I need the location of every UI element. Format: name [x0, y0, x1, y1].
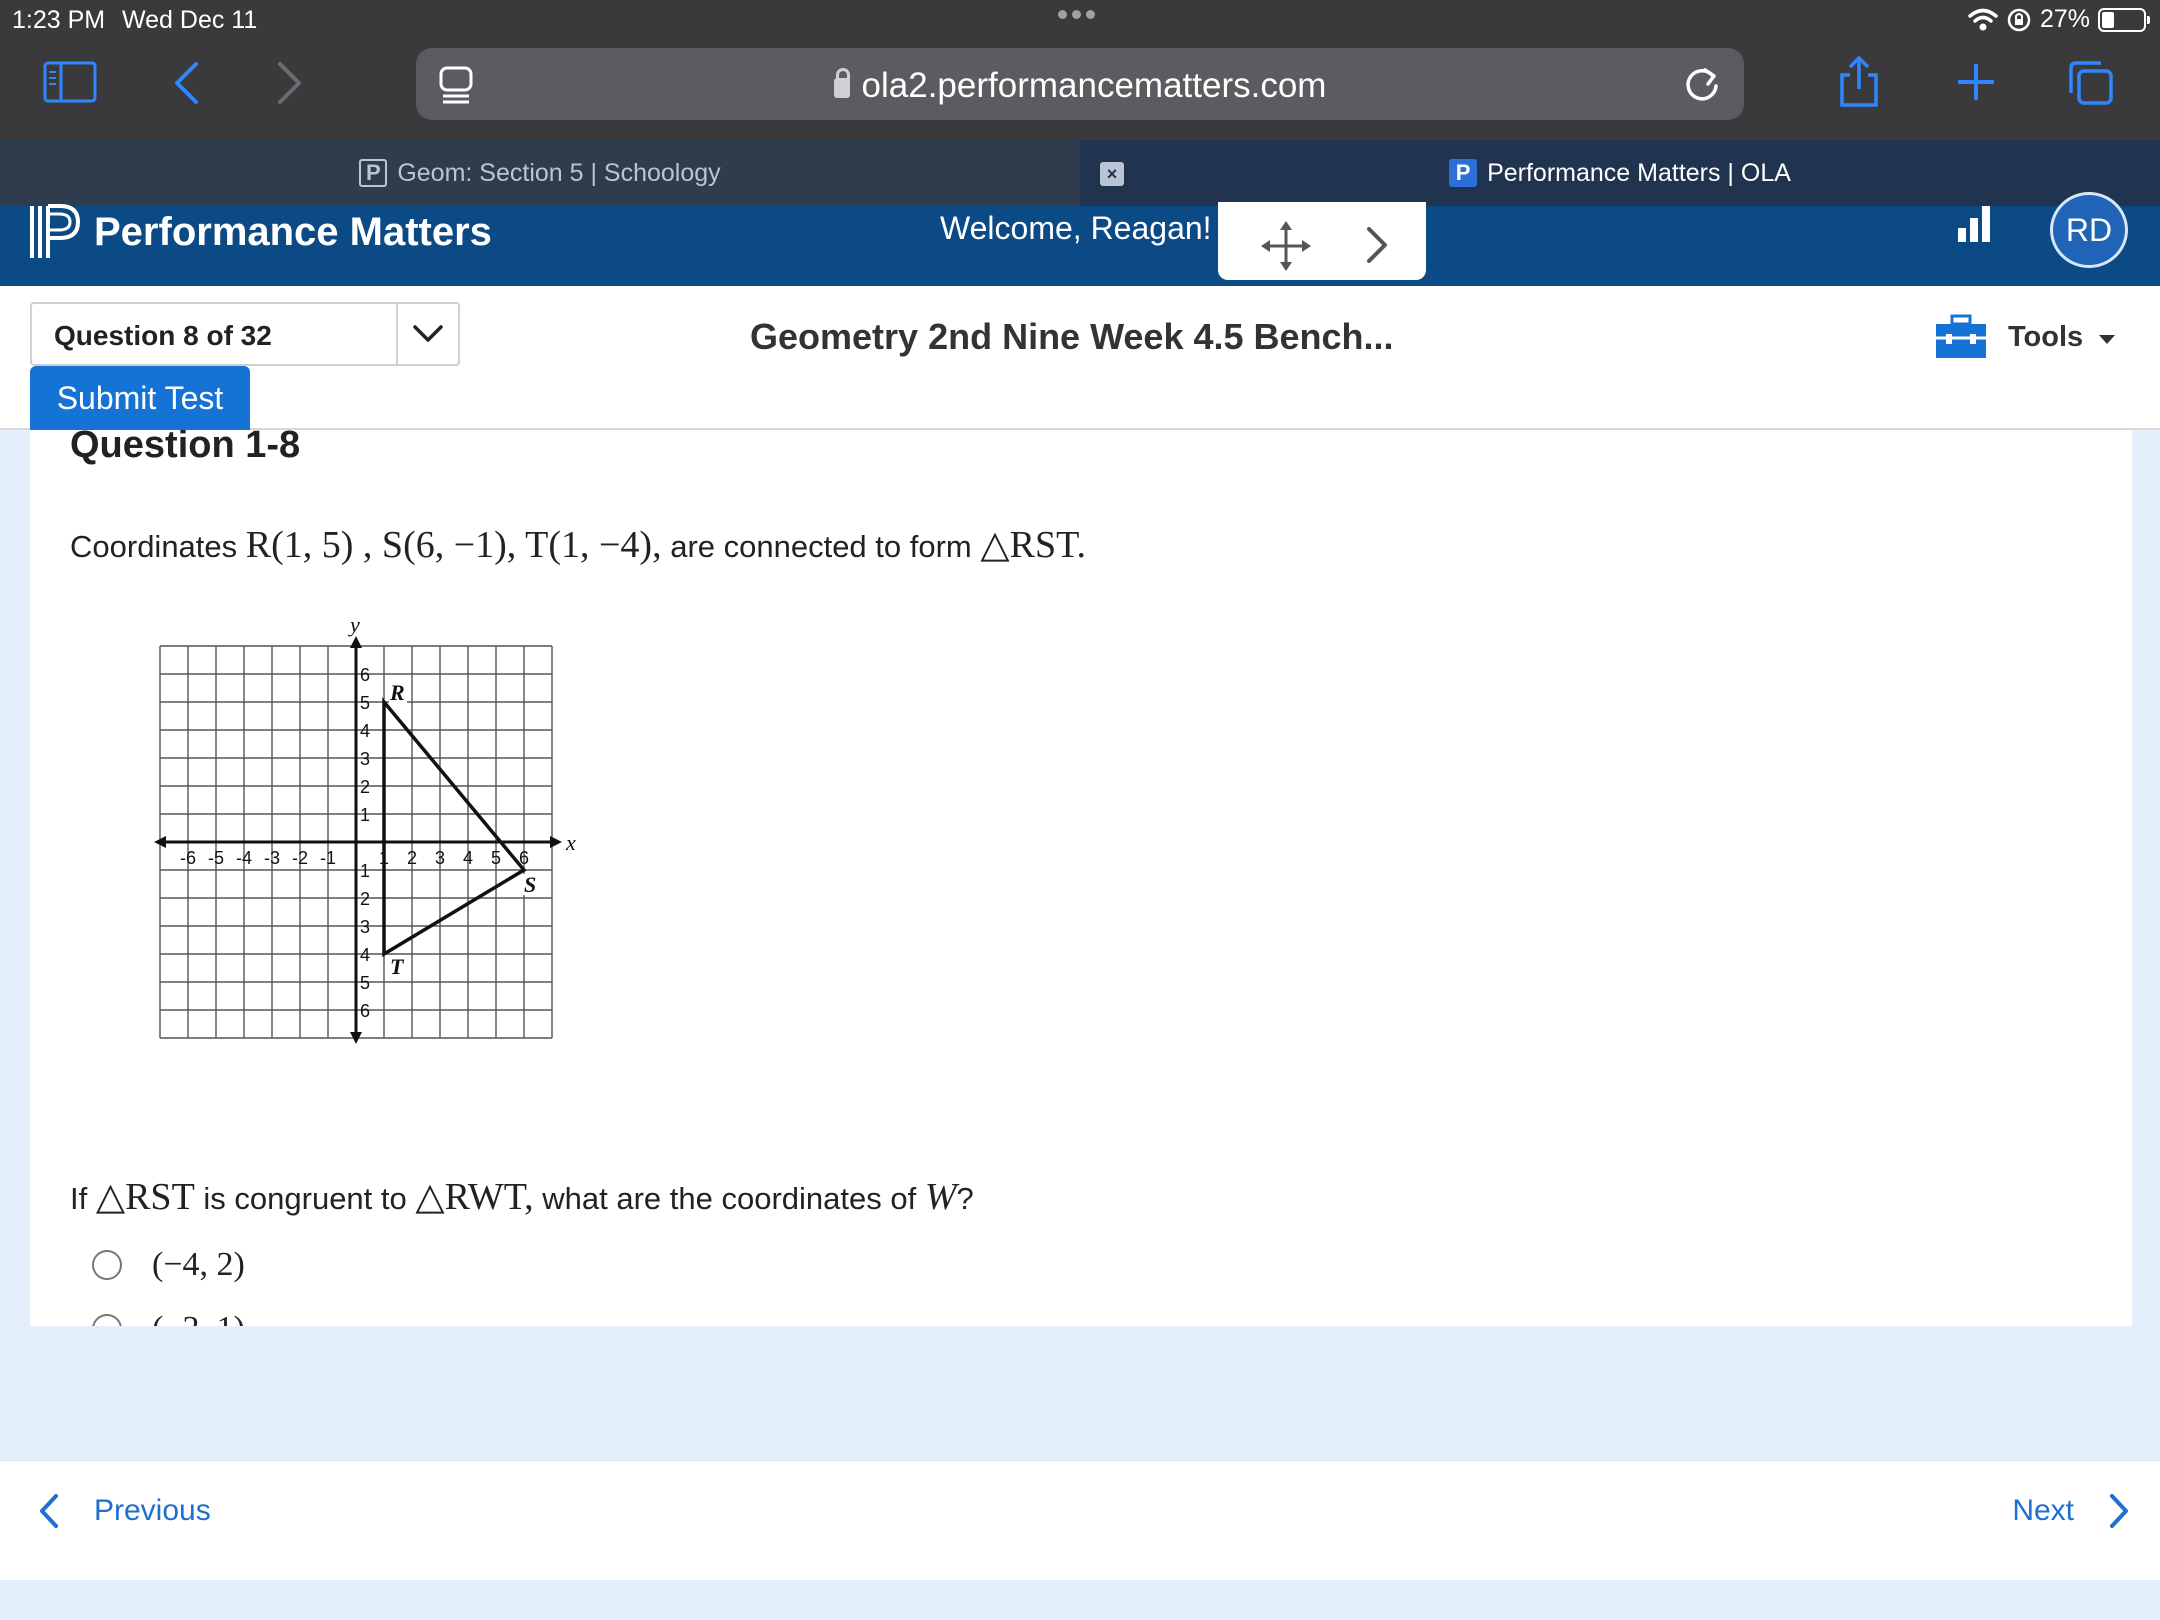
x-tick-label: 5: [491, 848, 501, 868]
caret-down-icon: [2099, 334, 2116, 344]
question-ask: If △RST is congruent to △RWT, what are t…: [70, 1176, 974, 1218]
previous-button[interactable]: Previous: [38, 1493, 211, 1529]
tabs-overview-icon[interactable]: [2066, 58, 2116, 108]
radio-button[interactable]: [92, 1250, 122, 1280]
app-header: Performance Matters Welcome, Reagan! RD: [0, 192, 2160, 286]
submit-test-button[interactable]: Submit Test: [30, 366, 250, 430]
prompt-triangle: △RST.: [980, 524, 1086, 566]
share-icon[interactable]: [1836, 54, 1882, 110]
point-label: T: [390, 954, 405, 979]
signal-bars-icon[interactable]: [1956, 204, 1994, 244]
x-tick-label: -1: [320, 848, 336, 868]
chevron-right-icon: [2110, 1494, 2128, 1528]
performance-matters-logo-icon: [30, 204, 81, 258]
question-prompt: Coordinates R(1, 5) , S(6, −1), T(1, −4)…: [70, 524, 1086, 566]
question-heading: Question 1-8: [70, 430, 301, 466]
y-tick-label: 4: [360, 721, 370, 741]
x-tick-label: -5: [208, 848, 224, 868]
x-tick-label: -6: [180, 848, 196, 868]
padlock-icon: [833, 68, 850, 98]
question-card: Question 1-8 Coordinates R(1, 5) , S(6, …: [30, 430, 2132, 1326]
battery-percent: 27%: [2039, 5, 2090, 33]
sidebar-icon[interactable]: [42, 60, 98, 104]
x-axis-arrow: [550, 836, 562, 848]
footer-nav: Previous Next: [0, 1460, 2160, 1580]
user-avatar[interactable]: RD: [2050, 192, 2128, 268]
question-select[interactable]: Question 8 of 32: [30, 302, 460, 366]
status-time: 1:23 PM: [12, 6, 106, 34]
test-title: Geometry 2nd Nine Week 4.5 Bench...: [750, 316, 1394, 357]
orientation-lock-icon: [2007, 8, 2031, 31]
chevron-right-icon[interactable]: [1360, 222, 1394, 268]
new-tab-icon[interactable]: [1954, 60, 1998, 104]
forward-icon[interactable]: [270, 58, 310, 108]
y-tick-label: 5: [360, 973, 370, 993]
x-axis-label: x: [565, 830, 576, 855]
y-tick-label: 2: [360, 777, 370, 797]
reload-icon[interactable]: [1682, 62, 1722, 106]
move-icon[interactable]: [1260, 220, 1312, 272]
x-tick-label: -2: [292, 848, 308, 868]
y-tick-label: 5: [360, 693, 370, 713]
performance-matters-tab-icon: P: [1449, 159, 1478, 187]
wifi-icon: [1968, 8, 1998, 30]
address-bar[interactable]: ola2.performancematters.com: [416, 48, 1744, 120]
y-tick-label: 1: [360, 861, 370, 881]
welcome-message: Welcome, Reagan!: [940, 210, 1212, 246]
prompt-coordinates: R(1, 5) , S(6, −1), T(1, −4),: [245, 524, 662, 566]
back-icon[interactable]: [166, 58, 206, 108]
status-right: 27%: [1968, 5, 2150, 34]
point-label: R: [389, 680, 405, 705]
chevron-left-icon: [40, 1494, 58, 1528]
y-tick-label: 6: [360, 1001, 370, 1021]
status-date: Wed Dec 11: [122, 6, 258, 34]
browser-toolbar: ola2.performancematters.com: [0, 40, 2160, 140]
answer-choice-b[interactable]: (−2, 1): [92, 1310, 245, 1326]
answer-choice-a[interactable]: (−4, 2): [92, 1246, 245, 1284]
y-tick-label: 6: [360, 665, 370, 685]
x-tick-label: 3: [435, 848, 445, 868]
y-tick-label: 2: [360, 889, 370, 909]
y-tick-label: 1: [360, 805, 370, 825]
tools-label: Tools: [2008, 320, 2084, 353]
close-tab-icon[interactable]: ×: [1100, 162, 1124, 186]
tab-performance-matters[interactable]: P Performance Matters | OLA: [1080, 140, 2160, 206]
battery-icon: [2098, 7, 2150, 32]
next-button[interactable]: Next: [2012, 1493, 2130, 1529]
choice-value: (−2, 1): [152, 1310, 245, 1326]
y-tick-label: 3: [360, 749, 370, 769]
tab-schoology[interactable]: P Geom: Section 5 | Schoology: [0, 140, 1080, 206]
coordinate-graph: xy-6 -5 -4 -3 -2 -1 1 2 3 4 5 6654321123456RST: [154, 616, 576, 1044]
status-bar: 1:23 PM Wed Dec 11 27%: [0, 0, 2160, 40]
y-tick-label: 3: [360, 917, 370, 937]
chevron-down-icon[interactable]: [396, 304, 458, 364]
x-tick-label: 2: [407, 848, 417, 868]
choice-value: (−4, 2): [152, 1246, 245, 1283]
question-nav-widget: [1218, 202, 1426, 280]
tools-menu[interactable]: Tools: [1934, 314, 2116, 360]
schoology-tab-icon: P: [359, 159, 388, 187]
test-toolbar: Question 8 of 32 Submit Test Geometry 2n…: [0, 286, 2160, 430]
radio-button[interactable]: [92, 1314, 122, 1326]
triangle-rst: [382, 697, 527, 958]
y-axis-arrow: [350, 636, 362, 648]
multitasking-dots-icon[interactable]: [1058, 10, 1095, 19]
toolbox-icon: [1936, 314, 1986, 358]
brand: Performance Matters: [28, 204, 492, 258]
browser-tabs: P Geom: Section 5 | Schoology P Performa…: [0, 140, 2160, 206]
point-label: S: [524, 872, 536, 897]
x-tick-label: -3: [264, 848, 280, 868]
y-tick-label: 4: [360, 945, 370, 965]
question-select-label: Question 8 of 32: [54, 320, 272, 351]
url-text: ola2.performancematters.com: [416, 66, 1744, 106]
x-tick-label: 4: [463, 848, 473, 868]
x-tick-label: -4: [236, 848, 252, 868]
y-axis-label: y: [348, 616, 360, 637]
